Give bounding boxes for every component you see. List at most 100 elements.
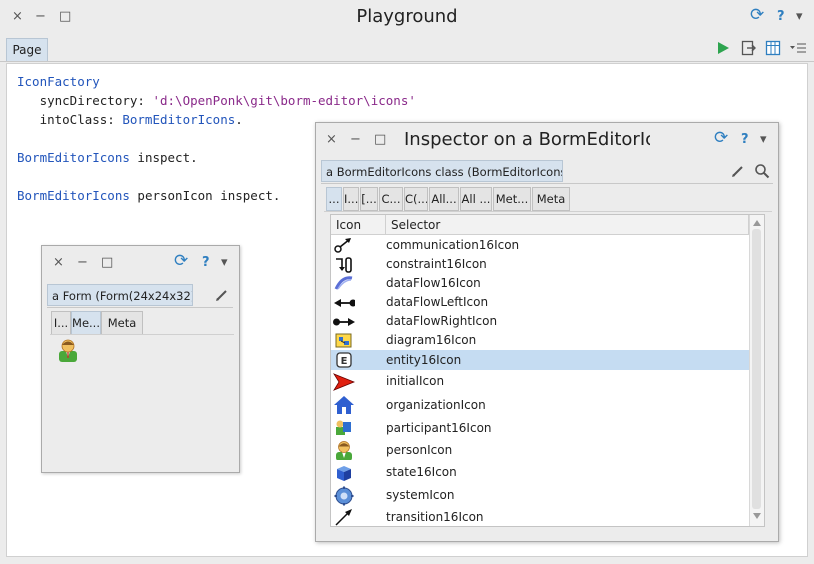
subtab[interactable]: I... [343,187,359,211]
selector-name: organizationIcon [386,397,486,412]
table-row[interactable]: initialIcon [331,370,749,393]
selector-name: transition16Icon [386,510,484,524]
table-row[interactable]: constraint16Icon [331,255,749,274]
tab-divider [321,183,773,184]
vertical-scrollbar[interactable] [749,215,764,526]
code-line: IconFactory [17,74,100,89]
maximize-icon[interactable]: □ [101,256,113,270]
selector-name: participant16Icon [386,420,492,435]
subtab[interactable]: All... [429,187,459,211]
dataflow-icon [333,274,355,294]
tab-page[interactable]: Page [6,38,48,61]
export-icon[interactable] [741,40,757,56]
close-icon[interactable]: × [53,256,64,270]
selector-name: diagram16Icon [386,333,477,347]
table-row[interactable]: communication16Icon [331,236,749,255]
scroll-up-icon[interactable] [752,218,762,228]
help-icon[interactable]: ? [202,256,210,270]
window-menu-icon[interactable]: ▾ [221,256,228,270]
subtab[interactable]: C(... [404,187,428,211]
refresh-icon[interactable]: ⟳ [174,253,188,270]
tab-inspected-class[interactable]: a BormEditorIcons class (BormEditorIcons… [321,160,563,182]
selector-name: dataFlowRightIcon [386,314,498,328]
column-header-selector[interactable]: Selector [386,215,749,235]
subtab[interactable]: Meta [532,187,570,211]
person-icon [59,339,77,362]
tab-divider [47,307,233,308]
window-menu-icon[interactable]: ▾ [760,133,767,147]
code-token: BormEditorIcons [17,150,130,165]
code-token: intoClass: [17,112,123,127]
refresh-icon[interactable]: ⟳ [750,7,764,24]
communication-icon [333,236,355,256]
organization-icon [333,395,355,415]
table-row[interactable]: personIcon [331,439,749,461]
dataflow-left-icon [333,293,355,313]
minimize-icon[interactable]: − [350,133,361,147]
pencil-icon[interactable] [731,164,745,178]
entity-icon: E [333,350,355,370]
code-token: syncDirectory: [17,93,153,108]
run-icon[interactable] [716,41,730,55]
subtab[interactable]: Meta [101,311,143,335]
table-row[interactable]: Eentity16Icon [331,350,749,370]
subtab[interactable]: C... [379,187,403,211]
bindings-table-icon[interactable] [765,40,781,56]
code-line: syncDirectory: 'd:\OpenPonk\git\borm-edi… [17,93,416,108]
inspector-window[interactable]: × − □ Inspector on a BormEditorIcons ⟳ ?… [315,122,779,542]
minimize-icon[interactable]: − [77,256,88,270]
pencil-icon[interactable] [215,288,229,302]
subtab[interactable]: [... [360,187,378,211]
table-row[interactable]: participant16Icon [331,417,749,439]
code-token: 'd:\OpenPonk\git\borm-editor\icons' [152,93,416,108]
subtab[interactable]: Met... [493,187,531,211]
methods-table[interactable]: Icon Selector communication16Icon constra… [330,214,765,527]
scroll-down-icon[interactable] [752,511,762,521]
help-icon[interactable]: ? [741,133,749,147]
selector-name: communication16Icon [386,238,520,252]
selector-name: entity16Icon [386,352,462,367]
state-icon [333,463,355,483]
table-row[interactable]: dataFlowRightIcon [331,312,749,331]
subtab[interactable]: ... [326,187,342,211]
participant-icon [333,418,355,438]
subtab-divider [324,211,772,212]
table-row[interactable]: diagram16Icon [331,331,749,350]
code-line: intoClass: BormEditorIcons. [17,112,243,127]
close-icon[interactable]: × [326,133,337,147]
code-token: BormEditorIcons [122,112,236,127]
code-line: BormEditorIcons inspect. [17,150,198,165]
svg-text:E: E [341,356,348,367]
form-inspector-window[interactable]: × − □ ⟳ ? ▾ a Form (Form(24x24x32)) I...… [41,245,240,473]
table-row[interactable]: dataFlowLeftIcon [331,293,749,312]
search-icon[interactable] [754,163,770,179]
subtab[interactable]: Me... [71,311,101,335]
tab-form-object[interactable]: a Form (Form(24x24x32)) [47,284,193,306]
person-icon [333,440,355,460]
selector-name: initialIcon [386,374,445,388]
subtab-divider [50,334,234,335]
window-menu-icon[interactable]: ▾ [796,10,803,24]
diagram-icon [333,331,355,351]
table-row[interactable]: transition16Icon [331,507,749,527]
dataflow-right-icon [333,312,355,332]
code-token: inspect. [129,150,198,165]
subtab[interactable]: All ... [460,187,492,211]
table-row[interactable]: dataFlow16Icon [331,274,749,293]
transition-icon [333,508,355,527]
table-row[interactable]: state16Icon [331,461,749,484]
table-row[interactable]: organizationIcon [331,393,749,417]
code-line: BormEditorIcons personIcon inspect. [17,188,280,203]
column-header-icon[interactable]: Icon [331,215,386,235]
maximize-icon[interactable]: □ [374,133,386,147]
selector-name: dataFlowLeftIcon [386,295,489,309]
code-token: BormEditorIcons [17,188,130,203]
scrollbar-thumb[interactable] [752,229,761,509]
toolbar-menu-icon[interactable] [789,41,807,55]
refresh-icon[interactable]: ⟳ [714,130,728,147]
table-row[interactable]: systemIcon [331,484,749,507]
constraint-icon [333,255,355,275]
subtab[interactable]: I... [51,311,71,335]
help-icon[interactable]: ? [777,10,785,24]
selector-name: systemIcon [386,488,455,502]
